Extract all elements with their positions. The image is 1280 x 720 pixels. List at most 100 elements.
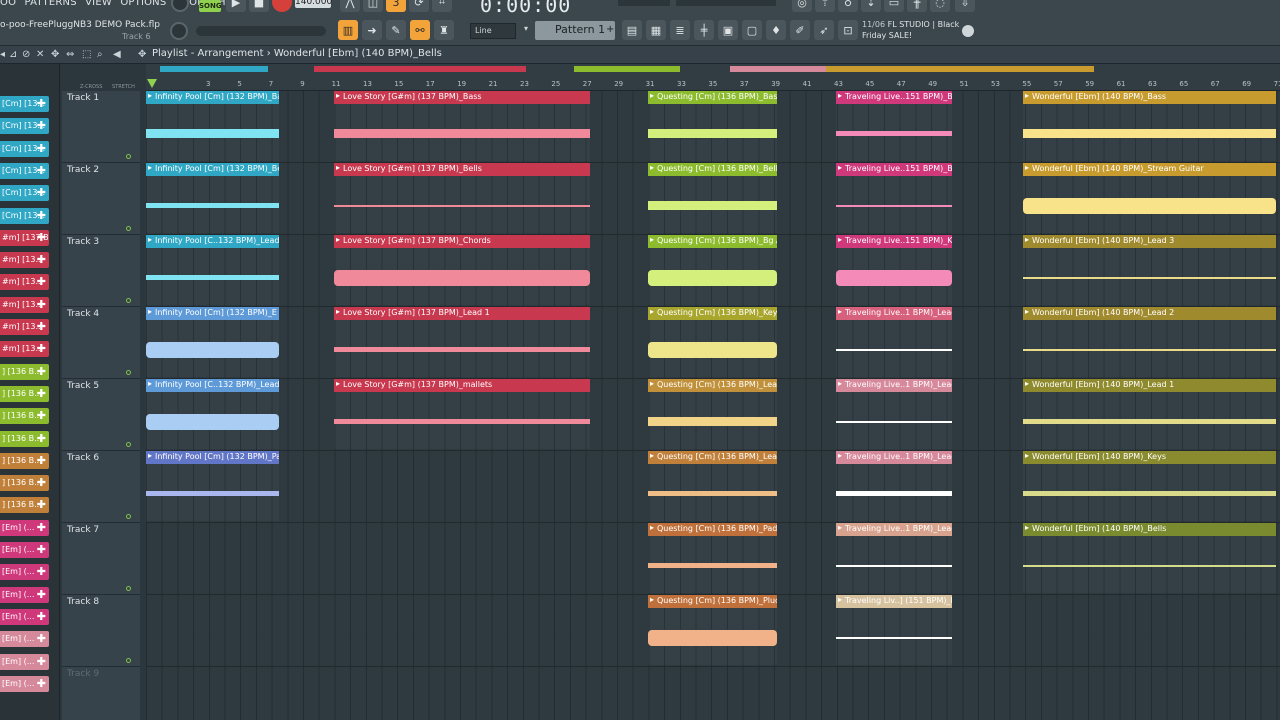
audio-clip[interactable]: Traveling Live..151 BPM)_Bass <box>836 91 952 161</box>
browser-icon[interactable]: ▢ <box>742 20 762 40</box>
magnify-icon[interactable]: ⌕ <box>97 49 103 60</box>
picker-item[interactable]: #m] [13... ✚ <box>0 319 49 335</box>
picker-item[interactable]: [Cm] [13... ✚ <box>0 162 49 179</box>
track-header[interactable]: Track 5 <box>62 379 140 451</box>
track-header[interactable]: Track 6 <box>62 451 140 523</box>
picker-item[interactable]: #m] [13... ✚ <box>0 274 49 291</box>
piano-roll-icon[interactable]: ▥ <box>338 20 358 40</box>
snap-dropdown-icon[interactable]: ▾ <box>524 24 528 33</box>
touch-keyboard-icon[interactable]: ✐ <box>790 20 810 40</box>
picker-item[interactable]: [Cm] [13... ✚ <box>0 118 49 135</box>
picker-item[interactable]: ] [136 B... ✚ <box>0 475 49 492</box>
export-icon[interactable]: ⇩ <box>955 0 975 12</box>
countdown-icon[interactable]: 3 <box>386 0 406 12</box>
mute-tool-icon[interactable]: ⊘ <box>22 49 30 60</box>
audio-clip[interactable]: Traveling Live..151 BPM)_Bells <box>836 163 952 233</box>
picker-item[interactable]: [Em] (... ✚ <box>0 608 49 625</box>
picker-item[interactable]: ] [136 B... ✚ <box>0 363 49 380</box>
track-enable-led[interactable] <box>126 514 131 519</box>
track-header[interactable]: Track 8 <box>62 595 140 667</box>
channel-settings-icon[interactable]: ▣ <box>718 20 738 40</box>
picker-item[interactable]: [Em] (... ✚ <box>0 542 49 558</box>
mixer-icon[interactable]: ╫ <box>907 0 927 12</box>
track-header[interactable]: Track 4 <box>62 307 140 379</box>
channel-rack-icon[interactable]: ▦ <box>646 20 666 40</box>
magnet-icon[interactable]: ⊿ <box>9 49 17 60</box>
audio-clip[interactable]: Traveling Live..1 BPM)_Lead 3 <box>836 451 952 521</box>
playlist-grid[interactable]: Infinity Pool [Cm] (132 BPM)_Bass Infinit… <box>146 91 1280 720</box>
pattern-selector[interactable]: Pattern 1 <box>535 21 615 40</box>
audio-clip[interactable]: Traveling Live..1 BPM)_Lead 1 <box>836 307 952 377</box>
audio-clip[interactable]: Wonderful [Ebm] (140 BPM)_Bass <box>1023 91 1276 161</box>
audio-clip[interactable]: Traveling Live..1 BPM)_Lead 2 <box>836 379 952 449</box>
picker-item[interactable]: [Cm] [13... ✚ <box>0 140 49 157</box>
audio-clip[interactable]: Infinity Pool [Cm] (132 BPM)_Bass <box>146 91 279 161</box>
track-header[interactable]: Track 3 <box>62 235 140 307</box>
song-mode-toggle[interactable]: SONG <box>199 0 222 12</box>
audio-clip[interactable]: Infinity Pool [Cm] (132 BPM)_Bells <box>146 163 279 233</box>
audio-clip[interactable]: Wonderful [Ebm] (140 BPM)_Lead 1 <box>1023 379 1276 449</box>
delete-tool-icon[interactable]: ✕ <box>36 49 44 60</box>
metronome-icon[interactable]: ⋀ <box>340 0 360 12</box>
plugin-picker-icon[interactable]: ♦ <box>766 20 786 40</box>
audio-clip[interactable]: Love Story [G#m] (137 BPM)_Chords <box>334 235 590 305</box>
picker-item[interactable]: #m] [13... ✚ <box>0 252 49 269</box>
audio-clip[interactable]: Infinity Pool [Cm] (132 BPM)_Pad <box>146 451 279 521</box>
chat-icon[interactable]: ◌ <box>930 0 950 12</box>
audio-clip[interactable]: Love Story [G#m] (137 BPM)_Bass <box>334 91 590 161</box>
track-enable-led[interactable] <box>126 658 131 663</box>
slice-tool-icon[interactable]: ✥ <box>51 49 59 60</box>
audio-clip[interactable]: Love Story [G#m] (137 BPM)_Lead 1 <box>334 307 590 377</box>
stop-icon[interactable]: ■ <box>249 0 269 12</box>
audio-clip[interactable]: Infinity Pool [C..132 BPM)_Lead 2 <box>146 379 279 449</box>
audio-clip[interactable]: Questing [Cm] (136 BPM)_Bells <box>648 163 777 233</box>
picker-item[interactable]: [Em] (... ✚ <box>0 564 49 581</box>
picker-item[interactable]: #m] [13... ✚ <box>0 341 49 358</box>
upload-icon[interactable]: ⇡ <box>815 0 835 12</box>
picker-item[interactable]: ] [136 B... ✚ <box>0 497 49 514</box>
audio-clip[interactable]: Questing [Cm] (136 BPM)_Bg Arp <box>648 235 777 305</box>
picker-item[interactable]: [Em] (... ✚ <box>0 631 49 648</box>
audio-clip[interactable]: Wonderful [Ebm] (140 BPM)_Stream Guitar <box>1023 163 1276 233</box>
picker-item[interactable]: [Cm] [13... ✚ <box>0 185 49 202</box>
arrow-tool-icon[interactable]: ◂ <box>0 49 5 60</box>
picker-item[interactable]: ] [136 B... ✚ <box>0 408 49 425</box>
record-icon[interactable] <box>272 0 292 12</box>
track-header[interactable]: Track 1 <box>62 91 140 163</box>
audio-clip[interactable]: Traveling Live..1 BPM)_Lead 4 <box>836 523 952 593</box>
tempo-display[interactable]: 140.000 <box>295 0 332 8</box>
fl-logo-icon[interactable] <box>962 25 974 37</box>
audio-clip[interactable]: Questing [Cm] (136 BPM)_Lead 1 <box>648 379 777 449</box>
next-icon[interactable]: ➜ <box>362 20 382 40</box>
mixer-window-icon[interactable]: ╪ <box>694 20 714 40</box>
menu-view[interactable]: VIEW <box>85 0 112 8</box>
track-enable-led[interactable] <box>126 226 131 231</box>
move-icon[interactable]: ✥ <box>138 49 146 60</box>
download-icon[interactable]: ⇣ <box>861 0 881 12</box>
loop-record-icon[interactable]: ⟳ <box>409 0 429 12</box>
picker-item[interactable]: ] [136 B... ✚ <box>0 385 49 402</box>
track-enable-led[interactable] <box>126 154 131 159</box>
track-header[interactable]: Track 2 <box>62 163 140 235</box>
picker-item[interactable]: [Em] (... ✚ <box>0 519 49 536</box>
master-pitch-slider[interactable] <box>196 26 326 36</box>
track-enable-led[interactable] <box>126 370 131 375</box>
stamp-icon[interactable]: ♜ <box>434 20 454 40</box>
picker-item[interactable]: [Em] (... ✚ <box>0 675 49 692</box>
picker-item[interactable]: [Cm] [13... ✚ <box>0 207 49 224</box>
playhead-marker[interactable] <box>147 79 157 88</box>
track-header[interactable]: Track 7 <box>62 523 140 595</box>
audio-clip[interactable]: Questing [Cm] (136 BPM)_Lead 2 <box>648 451 777 521</box>
audio-clip[interactable]: Questing [Cm] (136 BPM)_Keys <box>648 307 777 377</box>
zoom-tool-icon[interactable]: ⬚ <box>82 49 91 60</box>
shop-icon[interactable]: ⊡ <box>838 20 858 40</box>
picker-item[interactable]: [Em] (... ✚ <box>0 586 49 603</box>
master-volume-knob[interactable] <box>171 0 189 12</box>
track-header[interactable]: Track 9 <box>62 667 140 720</box>
step-edit-icon[interactable]: ⌗ <box>432 0 452 12</box>
audio-clip[interactable]: Questing [Cm] (136 BPM)_Plucks <box>648 595 777 665</box>
menu-patterns[interactable]: PATTERNS <box>25 0 77 8</box>
timeline-ruler[interactable]: 3 5 7 9 11 13 15 17 19 21 23 25 27 29 31 33 35 37 39 41 43 45… <box>146 64 1280 91</box>
picker-item[interactable]: #m] [13... ✚ <box>0 296 49 313</box>
link-icon[interactable]: ⚯ <box>410 20 430 40</box>
